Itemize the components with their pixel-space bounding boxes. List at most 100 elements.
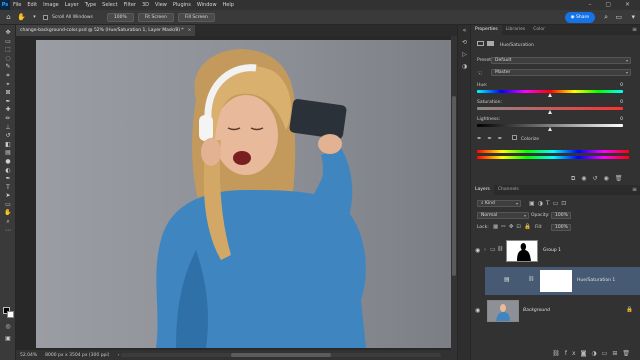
layer-row-background[interactable]: ◉ Background 🔒 <box>471 297 640 325</box>
tab-properties[interactable]: Properties <box>471 25 502 35</box>
layer-name[interactable]: Hue/Saturation 1 <box>577 278 615 283</box>
saturation-slider-thumb[interactable] <box>548 110 552 114</box>
type-tool-icon[interactable]: T <box>0 184 16 193</box>
photoshop-logo[interactable]: Ps <box>0 0 10 10</box>
eyedropper-plus-icon[interactable]: ✒ <box>487 136 492 142</box>
filter-smart-object-icon[interactable]: ⊡ <box>561 200 569 207</box>
zoom-level[interactable]: 52.04% <box>20 353 37 358</box>
panel-options-icon[interactable]: ▾ <box>631 13 635 21</box>
tab-color[interactable]: Color <box>529 25 549 35</box>
background-color-swatch[interactable] <box>7 311 14 318</box>
filter-shape-icon[interactable]: ▭ <box>553 200 562 207</box>
hue-value[interactable]: 0 <box>609 83 623 89</box>
expand-chevron-icon[interactable]: › <box>484 247 486 253</box>
layer-name[interactable]: Group 1 <box>543 248 561 253</box>
fill-screen-button[interactable]: Fill Screen <box>177 12 215 22</box>
chevron-down-icon[interactable]: ▾ <box>30 13 39 22</box>
link-layers-icon[interactable]: ⛓ <box>552 350 565 357</box>
add-mask-icon[interactable]: ◙ <box>581 350 592 357</box>
horizontal-scrollbar-thumb[interactable] <box>231 353 331 357</box>
target-adjust-icon[interactable]: ☜ <box>477 70 482 77</box>
eyedropper-icon[interactable]: ✒ <box>477 136 482 142</box>
zoom-100-button[interactable]: 100% <box>106 12 134 22</box>
artboard-tool-icon[interactable]: ▭ <box>0 38 16 47</box>
delete-adjustment-icon[interactable]: 🗑 <box>615 175 629 182</box>
visibility-eye-icon[interactable]: ◉ <box>475 307 480 314</box>
menu-view[interactable]: View <box>152 2 170 8</box>
filter-type-icon[interactable]: T <box>546 200 553 207</box>
opacity-field[interactable]: 100% <box>551 212 571 219</box>
tab-libraries[interactable]: Libraries <box>502 25 529 35</box>
horizontal-scrollbar[interactable] <box>121 353 441 357</box>
new-layer-icon[interactable]: ⊞ <box>612 350 622 357</box>
clone-stamp-tool-icon[interactable]: ⊥ <box>0 124 16 133</box>
object-select-tool-icon[interactable]: ⌗ <box>0 72 16 81</box>
panel-menu-icon[interactable]: ≡ <box>632 185 637 195</box>
marquee-tool-icon[interactable]: ⬚ <box>0 46 16 55</box>
fill-field[interactable]: 100% <box>551 224 571 231</box>
new-adjustment-icon[interactable]: ◑ <box>591 350 601 357</box>
close-tab-icon[interactable]: × <box>188 28 192 33</box>
tab-layers[interactable]: Layers <box>471 185 494 195</box>
menu-image[interactable]: Image <box>40 2 62 8</box>
menu-plugins[interactable]: Plugins <box>170 2 194 8</box>
layer-style-icon[interactable]: fx <box>565 350 581 357</box>
dodge-tool-icon[interactable]: ◐ <box>0 167 16 176</box>
hue-slider-thumb[interactable] <box>548 93 552 97</box>
window-controls[interactable]: – ▢ ✕ <box>588 1 636 8</box>
screen-mode-icon[interactable]: ▣ <box>0 335 16 344</box>
visibility-eye-icon[interactable]: ◉ <box>475 247 480 254</box>
layer-row-group-1[interactable]: ◉ › ▭ ⛓ Group 1 <box>471 237 640 265</box>
history-brush-tool-icon[interactable]: ↺ <box>0 132 16 141</box>
lightness-value[interactable]: 0 <box>609 117 623 123</box>
hand-tool-icon[interactable]: ✋ <box>17 13 26 22</box>
link-icon[interactable]: ⛓ <box>528 276 534 282</box>
lock-artboard-icon[interactable]: ⊡ <box>516 224 524 230</box>
lock-icon[interactable]: 🔒 <box>626 307 633 313</box>
filter-pixel-icon[interactable]: ▣ <box>529 200 538 207</box>
vertical-scrollbar-thumb[interactable] <box>452 96 456 276</box>
view-previous-icon[interactable]: ◉ <box>581 175 592 182</box>
reset-icon[interactable]: ↺ <box>593 175 604 182</box>
layer-name[interactable]: Background <box>523 308 550 313</box>
menu-edit[interactable]: Edit <box>24 2 40 8</box>
share-button[interactable]: ◉ Share <box>564 12 595 23</box>
frame-tool-icon[interactable]: ⊠ <box>0 89 16 98</box>
mask-icon[interactable] <box>487 41 495 46</box>
scroll-all-checkbox[interactable] <box>43 14 48 20</box>
canvas-area[interactable] <box>16 36 462 350</box>
channel-select[interactable]: Master ▾ <box>491 69 631 76</box>
crop-tool-icon[interactable]: ⌖ <box>0 81 16 90</box>
lasso-tool-icon[interactable]: ◌ <box>0 55 16 64</box>
eyedropper-tool-icon[interactable]: ✒ <box>0 98 16 107</box>
hand-tool-icon[interactable]: ✋ <box>0 209 16 218</box>
quick-select-tool-icon[interactable]: ✎ <box>0 63 16 72</box>
menu-filter[interactable]: Filter <box>121 2 139 8</box>
tab-channels[interactable]: Channels <box>494 185 523 195</box>
workspace-icon[interactable]: ▭ <box>615 13 622 21</box>
colorize-checkbox[interactable] <box>512 135 518 140</box>
menu-select[interactable]: Select <box>99 2 120 8</box>
home-icon[interactable]: ⌂ <box>4 13 13 22</box>
background-thumbnail[interactable] <box>487 300 519 322</box>
menu-type[interactable]: Type <box>82 2 99 8</box>
lightness-slider-thumb[interactable] <box>548 127 552 131</box>
clip-to-layer-icon[interactable]: ⧉ <box>571 175 581 182</box>
quick-mask-icon[interactable]: ◎ <box>0 323 16 332</box>
path-select-tool-icon[interactable]: ➤ <box>0 192 16 201</box>
menu-file[interactable]: File <box>10 2 24 8</box>
panel-menu-icon[interactable]: ≡ <box>632 25 637 35</box>
zoom-tool-icon[interactable]: ⌕ <box>0 218 16 227</box>
filter-adjustment-icon[interactable]: ◑ <box>538 200 546 207</box>
spot-healing-tool-icon[interactable]: ✚ <box>0 106 16 115</box>
color-swatches[interactable] <box>3 307 14 318</box>
more-tools-icon[interactable]: ⋯ <box>0 227 16 236</box>
visibility-icon[interactable]: ◉ <box>604 175 615 182</box>
document-tab[interactable]: change-background-color.psd @ 52% (Hue/S… <box>16 25 196 36</box>
menu-layer[interactable]: Layer <box>62 2 82 8</box>
saturation-value[interactable]: 0 <box>609 100 623 106</box>
preset-select[interactable]: Default ▾ <box>491 57 631 64</box>
fit-screen-button[interactable]: Fit Screen <box>137 12 174 22</box>
delete-layer-icon[interactable]: 🗑 <box>622 350 635 357</box>
menu-window[interactable]: Window <box>194 2 220 8</box>
